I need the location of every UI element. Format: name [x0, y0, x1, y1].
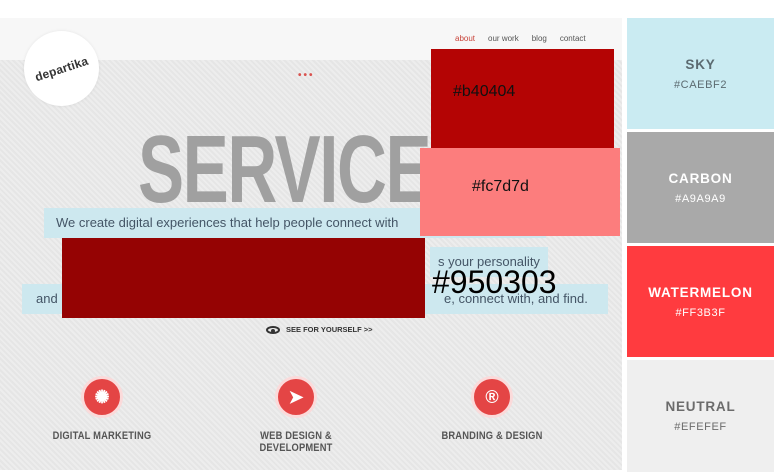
overlay-label: #fc7d7d	[472, 178, 529, 195]
palette-chip-sky: SKY #CAEBF2	[627, 18, 774, 129]
color-name: SKY	[685, 56, 716, 72]
see-for-yourself-label: SEE FOR YOURSELF >>	[286, 325, 373, 334]
see-for-yourself-link[interactable]: SEE FOR YOURSELF >>	[266, 325, 373, 334]
registered-icon: ®	[471, 376, 513, 418]
service-label: BRANDING & DESIGN	[441, 430, 543, 442]
eye-icon	[266, 325, 280, 334]
cursor-icon: ➤	[275, 376, 317, 418]
nav-contact[interactable]: contact	[560, 34, 586, 43]
color-name: CARBON	[668, 170, 733, 186]
color-name: WATERMELON	[648, 284, 753, 300]
site-nav: about our work blog contact	[455, 34, 586, 43]
color-hex: #A9A9A9	[675, 192, 726, 205]
hero-title: SERVICE	[138, 116, 432, 223]
nav-our-work[interactable]: our work	[488, 34, 519, 43]
palette-chip-neutral: NEUTRAL #EFEFEF	[627, 360, 774, 472]
color-hex: #CAEBF2	[673, 78, 728, 91]
nav-about[interactable]: about	[455, 34, 475, 43]
color-name: NEUTRAL	[665, 399, 736, 414]
color-palette: SKY #CAEBF2 CARBON #A9A9A9 WATERMELON #F…	[627, 18, 774, 475]
service-web-design[interactable]: ➤ WEB DESIGN & DEVELOPMENT	[216, 376, 376, 454]
color-hex: #EFEFEF	[674, 421, 727, 433]
overlay-swatch-950303	[62, 238, 425, 318]
color-hex: #FF3B3F	[675, 306, 726, 319]
service-label: DIGITAL MARKETING	[52, 430, 152, 442]
site-logo[interactable]: departika	[24, 31, 99, 106]
palette-chip-watermelon: WATERMELON #FF3B3F	[627, 246, 774, 357]
overlay-label: #b40404	[453, 83, 516, 100]
logo-text: departika	[33, 53, 90, 84]
tagline-line-3-start: and	[36, 291, 58, 306]
nav-blog[interactable]: blog	[532, 34, 547, 43]
carousel-dots[interactable]: •••	[298, 70, 315, 81]
overlay-label: #950303	[432, 264, 557, 300]
network-icon: ✺	[81, 376, 123, 418]
service-label: WEB DESIGN & DEVELOPMENT	[259, 430, 333, 454]
overlay-swatch-b40404: #b40404	[431, 49, 614, 154]
service-branding[interactable]: ® BRANDING & DESIGN	[412, 376, 572, 442]
overlay-swatch-fc7d7d: #fc7d7d	[420, 148, 620, 236]
palette-chip-carbon: CARBON #A9A9A9	[627, 132, 774, 243]
service-digital-marketing[interactable]: ✺ DIGITAL MARKETING	[22, 376, 182, 442]
